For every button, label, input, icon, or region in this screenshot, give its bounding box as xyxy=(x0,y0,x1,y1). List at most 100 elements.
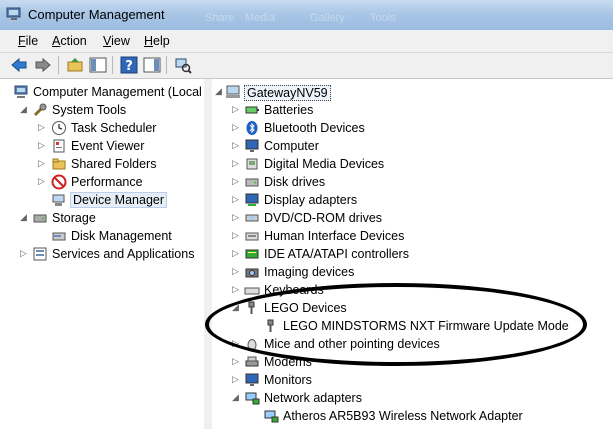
shared-folder-icon xyxy=(52,158,66,170)
back-arrow-icon[interactable] xyxy=(10,56,28,74)
tree-item-display-adapters[interactable]: ▷ Display adapters xyxy=(212,191,612,209)
tree-item-bluetooth[interactable]: ▷ Bluetooth Devices xyxy=(212,119,612,137)
computer-management-icon xyxy=(14,85,28,98)
show-action-pane-icon[interactable] xyxy=(143,56,161,74)
media-device-icon xyxy=(246,158,258,170)
tree-item-label: Disk Management xyxy=(71,229,172,243)
expand-arrow-icon[interactable]: ▷ xyxy=(232,356,240,366)
tree-item-hid[interactable]: ▷ Human Interface Devices xyxy=(212,227,612,245)
toolbar: ? xyxy=(0,53,613,79)
expand-arrow-icon[interactable]: ▷ xyxy=(38,140,46,150)
up-folder-icon[interactable] xyxy=(66,56,84,74)
tree-item-label: Storage xyxy=(52,211,96,225)
tree-item-label: Disk drives xyxy=(264,175,326,189)
camera-icon xyxy=(245,268,259,278)
expand-arrow-icon[interactable]: ▷ xyxy=(38,158,46,168)
expand-arrow-icon[interactable]: ▷ xyxy=(232,140,240,150)
expand-arrow-icon[interactable]: ▷ xyxy=(232,230,240,240)
menu-file[interactable]: File xyxy=(18,34,38,48)
menu-action[interactable]: Action xyxy=(52,34,87,48)
expand-arrow-icon[interactable]: ▷ xyxy=(232,176,240,186)
tree-item-monitors[interactable]: ▷ Monitors xyxy=(212,371,612,389)
tree-item-host[interactable]: ◢ GatewayNV59 xyxy=(212,83,612,101)
monitor-icon xyxy=(245,139,259,152)
menu-accel: V xyxy=(103,34,112,48)
tree-item-event-viewer[interactable]: ▷ Event Viewer xyxy=(0,137,204,155)
help-icon[interactable]: ? xyxy=(120,56,138,74)
monitor-icon xyxy=(245,373,259,386)
tree-item-computer[interactable]: ▷ Computer xyxy=(212,137,612,155)
disk-drive-icon xyxy=(245,178,259,187)
expand-arrow-icon[interactable]: ▷ xyxy=(232,122,240,132)
ide-controller-icon xyxy=(245,249,259,259)
tree-item-atheros-adapter[interactable]: Atheros AR5B93 Wireless Network Adapter xyxy=(212,407,612,425)
menu-help[interactable]: Help xyxy=(144,34,170,48)
tree-item-dvd-cdrom[interactable]: ▷ DVD/CD-ROM drives xyxy=(212,209,612,227)
menu-accel: H xyxy=(144,34,154,48)
display-adapter-icon xyxy=(245,193,259,206)
background-window-tabs: Share Media Gallery Tools xyxy=(0,0,613,30)
expand-arrow-icon[interactable]: ▷ xyxy=(232,212,240,222)
tree-item-label: GatewayNV59 xyxy=(244,85,331,101)
collapse-arrow-icon[interactable]: ◢ xyxy=(232,392,240,402)
tree-item-task-scheduler[interactable]: ▷ Task Scheduler xyxy=(0,119,204,137)
clock-icon xyxy=(52,121,66,135)
tree-item-storage[interactable]: ◢ Storage xyxy=(0,209,204,227)
tree-item-label: Monitors xyxy=(264,373,312,387)
toolbar-separator xyxy=(112,56,113,74)
expand-arrow-icon[interactable]: ▷ xyxy=(232,158,240,168)
tree-item-disk-management[interactable]: Disk Management xyxy=(0,227,204,245)
tree-item-performance[interactable]: ▷ Performance xyxy=(0,173,204,191)
menu-bar: File Action View Help xyxy=(0,30,613,53)
expand-arrow-icon[interactable]: ▷ xyxy=(20,248,28,258)
tree-item-ide-controllers[interactable]: ▷ IDE ATA/ATAPI controllers xyxy=(212,245,612,263)
expand-arrow-icon[interactable]: ▷ xyxy=(232,284,240,294)
expand-arrow-icon[interactable]: ▷ xyxy=(38,122,46,132)
tree-item-network-adapters[interactable]: ◢ Network adapters xyxy=(212,389,612,407)
tree-item-label: Batteries xyxy=(264,103,314,117)
tree-item-shared-folders[interactable]: ▷ Shared Folders xyxy=(0,155,204,173)
tree-item-label: Computer xyxy=(264,139,319,153)
tree-item-imaging-devices[interactable]: ▷ Imaging devices xyxy=(212,263,612,281)
tree-item-system-tools[interactable]: ◢ System Tools xyxy=(0,101,204,119)
battery-icon xyxy=(245,106,259,114)
expand-arrow-icon[interactable]: ▷ xyxy=(232,248,240,258)
network-adapter-icon xyxy=(264,410,279,423)
menu-view[interactable]: View xyxy=(103,34,130,48)
tree-item-disk-drives[interactable]: ▷ Disk drives xyxy=(212,173,612,191)
toolbar-separator xyxy=(58,56,59,74)
svg-text:?: ? xyxy=(125,59,133,74)
tree-item-digital-media[interactable]: ▷ Digital Media Devices xyxy=(212,155,612,173)
tree-item-computer-management[interactable]: Computer Management (Local xyxy=(0,83,204,101)
collapse-arrow-icon[interactable]: ◢ xyxy=(20,212,28,222)
expand-arrow-icon[interactable]: ▷ xyxy=(232,104,240,114)
tree-item-batteries[interactable]: ▷ Batteries xyxy=(212,101,612,119)
ghost-tab: Tools xyxy=(370,12,396,24)
collapse-arrow-icon[interactable]: ◢ xyxy=(215,86,223,96)
expand-arrow-icon[interactable]: ▷ xyxy=(232,194,240,204)
disk-icon xyxy=(52,232,66,241)
scan-hardware-icon[interactable] xyxy=(174,56,192,74)
tree-item-label: Shared Folders xyxy=(71,157,157,171)
toolbar-separator xyxy=(166,56,167,74)
no-entry-icon xyxy=(51,174,67,190)
services-icon xyxy=(33,247,47,261)
tree-item-services-applications[interactable]: ▷ Services and Applications xyxy=(0,245,204,263)
device-manager-icon xyxy=(52,194,65,206)
title-bar: Computer Management Share Media Gallery … xyxy=(0,0,613,30)
highlight-ellipse xyxy=(205,283,587,366)
tree-item-device-manager[interactable]: Device Manager xyxy=(0,191,204,209)
menu-label: ction xyxy=(60,34,87,48)
tree-item-label: Network adapters xyxy=(264,391,362,405)
tree-item-label: Services and Applications xyxy=(52,247,195,261)
tree-item-label: Display adapters xyxy=(264,193,358,207)
collapse-arrow-icon[interactable]: ◢ xyxy=(20,104,28,114)
expand-arrow-icon[interactable]: ▷ xyxy=(232,374,240,384)
optical-drive-icon xyxy=(245,214,259,222)
show-hide-tree-icon[interactable] xyxy=(89,56,107,74)
expand-arrow-icon[interactable]: ▷ xyxy=(38,176,46,186)
expand-arrow-icon[interactable]: ▷ xyxy=(232,266,240,276)
tree-item-label: Imaging devices xyxy=(264,265,355,279)
modem-icon xyxy=(245,356,259,367)
forward-arrow-icon[interactable] xyxy=(34,56,52,74)
